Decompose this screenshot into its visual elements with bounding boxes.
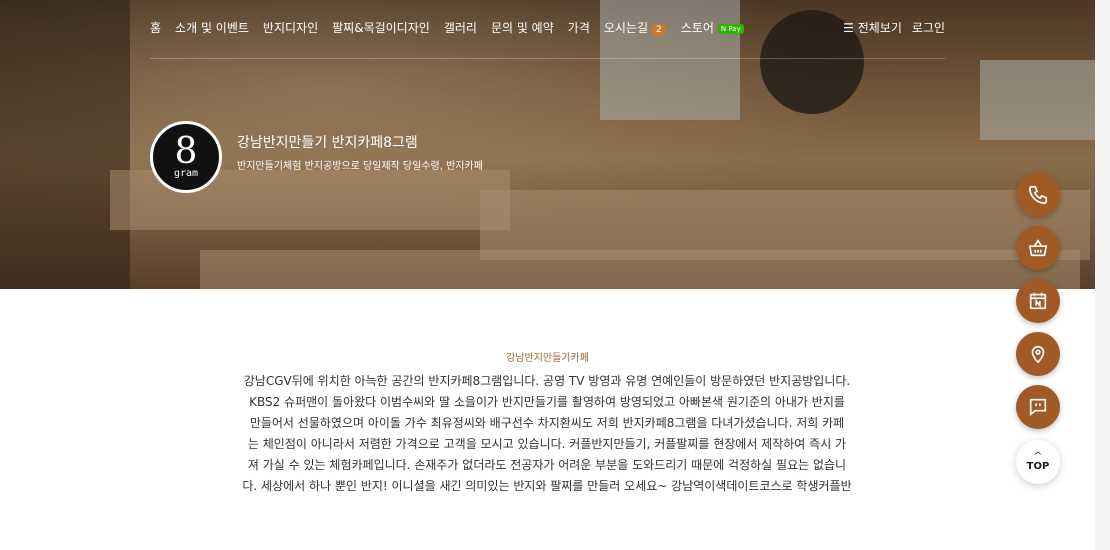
nav-store[interactable]: 스토어 N Pay: [681, 19, 744, 36]
page: 홈 소개 및 이벤트 반지디자인 팔찌&목걸이디자인 갤러리 문의 및 예약 가…: [0, 0, 1095, 550]
scroll-top-button[interactable]: ^ TOP: [1016, 440, 1060, 484]
chat-icon: [1029, 398, 1047, 417]
logo-mark: 8: [174, 130, 198, 172]
intro-line: 강남CGV뒤에 위치한 아늑한 공간의 반지카페8그램입니다. 공영 TV 방영…: [243, 374, 851, 388]
brand-logo[interactable]: 8 gram: [150, 121, 222, 193]
nav-directions-label: 오시는길: [603, 21, 649, 35]
phone-button[interactable]: [1016, 173, 1060, 217]
main-nav: 홈 소개 및 이벤트 반지디자인 팔찌&목걸이디자인 갤러리 문의 및 예약 가…: [150, 19, 758, 36]
nav-divider: [150, 58, 945, 59]
intro-line: 다. 세상에서 하나 뿐인 반지! 이니셜을 새긴 의미있는 반지와 팔찌를 만…: [242, 479, 852, 493]
nav-price[interactable]: 가격: [568, 19, 590, 36]
nav-ring-design[interactable]: 반지디자인: [263, 19, 318, 36]
location-button[interactable]: [1016, 332, 1060, 376]
shop-button[interactable]: [1016, 226, 1060, 270]
nav-home[interactable]: 홈: [150, 19, 161, 36]
intro-line: 는 체인점이 아니라서 저렴한 가격으로 고객을 모시고 있습니다. 커플반지만…: [247, 437, 847, 451]
chevron-up-icon: ^: [1033, 450, 1043, 462]
nav-directions[interactable]: 오시는길 2: [604, 19, 667, 36]
intro-text: 강남CGV뒤에 위치한 아늑한 공간의 반지카페8그램입니다. 공영 TV 방영…: [238, 371, 856, 497]
brand-subtitle: 반지만들기체험 반지공방으로 당일제작 당일수령, 반지카페: [237, 161, 483, 172]
nav-about-events[interactable]: 소개 및 이벤트: [175, 19, 249, 36]
nav-gallery[interactable]: 갤러리: [444, 19, 477, 36]
nav-bracelet-necklace-design[interactable]: 팔찌&목걸이디자인: [332, 19, 430, 36]
location-icon: [1031, 345, 1045, 364]
chat-button[interactable]: [1016, 385, 1060, 429]
calendar-icon: [1029, 292, 1047, 310]
login-link[interactable]: 로그인: [912, 19, 945, 36]
nav-store-label: 스토어: [680, 21, 714, 35]
top-label: TOP: [1026, 460, 1050, 472]
nav-right: ☰ 전체보기 로그인: [833, 19, 945, 36]
logo-text: gram: [173, 167, 199, 179]
brand-title: 강남반지만들기 반지카페8그램: [237, 135, 418, 151]
menu-all-button[interactable]: ☰ 전체보기: [843, 19, 902, 36]
npay-icon: N Pay: [717, 23, 744, 34]
notification-badge: 2: [651, 24, 667, 36]
intro-line: 만들어서 선물하였으며 아이돌 가수 최유정씨와 배구선수 차지환씨도 저희 반…: [249, 416, 845, 430]
phone-icon: [1028, 185, 1048, 205]
booking-button[interactable]: [1016, 279, 1060, 323]
section-label: 강남반지만들기카페: [506, 353, 589, 364]
nav-inquiry-reservation[interactable]: 문의 및 예약: [491, 19, 554, 36]
intro-line: KBS2 슈퍼맨이 돌아왔다 이범수씨와 딸 소을이가 반지만들기를 촬영하여 …: [249, 395, 845, 409]
basket-icon: [1028, 239, 1048, 257]
intro-line: 져 가실 수 있는 체험카페입니다. 손재주가 없더라도 전공자가 어려운 부분…: [247, 458, 847, 472]
